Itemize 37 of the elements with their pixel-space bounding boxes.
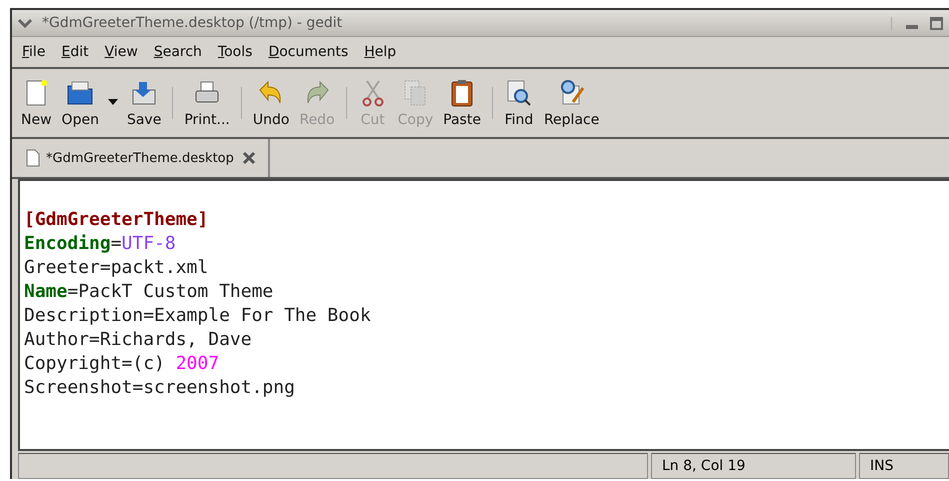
code-token: Author=Richards, Dave — [24, 329, 252, 350]
code-token: Screenshot=screenshot.png — [24, 377, 295, 398]
tab-label: *GdmGreeterTheme.desktop — [46, 150, 234, 166]
text-editor[interactable]: [GdmGreeterTheme] Encoding=UTF-8 Greeter=packt.xml Name=PackT Custom Theme Description=Example For The Book Author=Richards, Dave Copyright=(c) 2007 Screenshot=screenshot.png — [18, 179, 949, 451]
caret-icon — [108, 99, 118, 105]
code-token: = — [110, 233, 122, 254]
code-token: [GdmGreeterTheme] — [24, 209, 208, 230]
toolbar-button[interactable]: Save — [122, 76, 166, 130]
code-token: Copyright=(c) — [24, 353, 166, 374]
chevron-down-icon[interactable] — [18, 18, 32, 28]
maximize-icon[interactable] — [930, 16, 943, 30]
menu-item[interactable]: Search — [148, 41, 208, 63]
code-token: Greeter=packt.xml — [24, 257, 208, 278]
menu-item[interactable]: Tools — [212, 41, 258, 63]
code-token: UTF-8 — [122, 233, 176, 254]
document-icon — [26, 149, 40, 167]
menu-item[interactable]: Documents — [262, 41, 354, 63]
toolbar-button[interactable]: Find — [498, 76, 539, 130]
close-icon — [242, 151, 256, 165]
toolbar-button[interactable]: Paste — [438, 76, 486, 130]
code-token: 2007 — [176, 353, 220, 374]
menu-item[interactable]: Edit — [55, 41, 95, 63]
menu-item[interactable]: Help — [358, 41, 402, 63]
toolbar-button[interactable]: Open — [56, 76, 104, 130]
code-token: Name — [24, 281, 68, 302]
code-token: Description=Example For The Book — [24, 305, 371, 326]
window-title: *GdmGreeterTheme.desktop (/tmp) - gedit — [42, 15, 344, 31]
toolbar-button[interactable]: Print... — [179, 76, 235, 130]
toolbar-button[interactable]: Replace — [538, 76, 604, 130]
insert-mode: INS — [859, 453, 949, 479]
toolbar-button[interactable]: Undo — [248, 76, 294, 130]
toolbar-button[interactable]: New — [16, 76, 57, 130]
menu-item[interactable]: File — [16, 41, 52, 63]
code-token: Encoding — [24, 233, 111, 254]
code-token: =PackT Custom Theme — [67, 281, 274, 302]
menu-item[interactable]: View — [98, 41, 144, 63]
cursor-position: Ln 8, Col 19 — [651, 453, 856, 479]
